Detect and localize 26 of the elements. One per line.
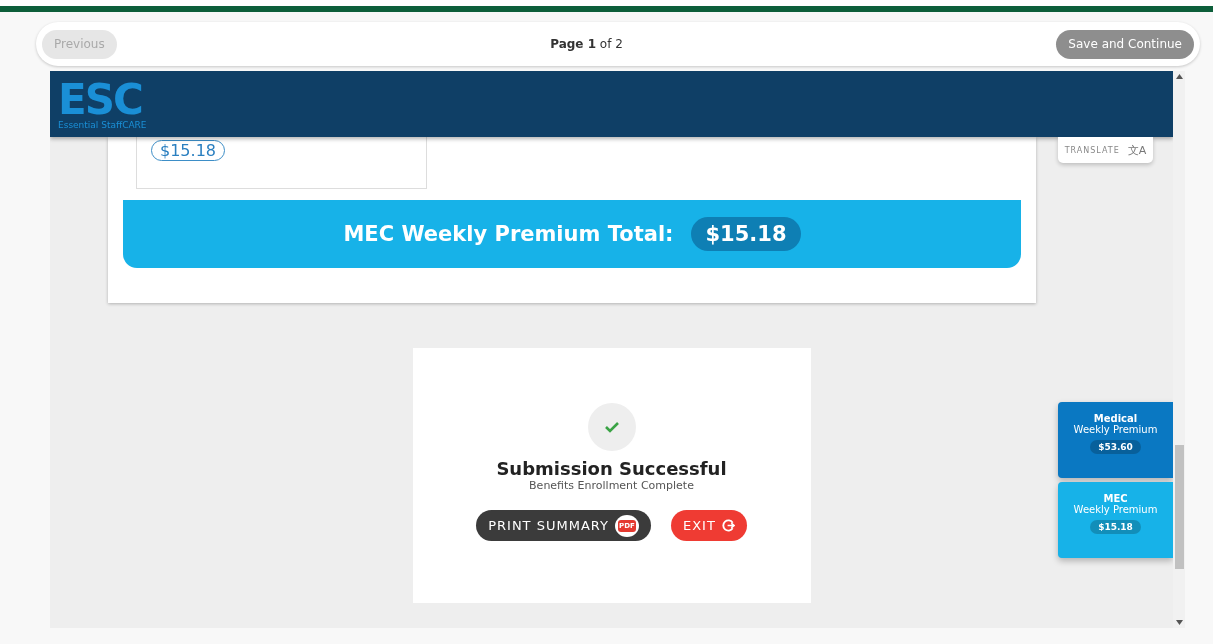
save-and-continue-button[interactable]: Save and Continue: [1056, 29, 1194, 59]
plan-name: Medical: [1093, 414, 1138, 424]
translate-button[interactable]: TRANSLATE 文A: [1058, 137, 1153, 163]
success-subtitle: Benefits Enrollment Complete: [529, 479, 694, 492]
total-amount: $15.18: [691, 217, 801, 251]
check-icon: [587, 403, 636, 451]
plan-premium: $53.60: [1090, 440, 1141, 454]
plan-name: MEC: [1103, 494, 1128, 504]
logo-tagline: Essential StaffCARE: [58, 120, 147, 130]
plan-premium: $15.18: [1090, 520, 1141, 534]
premium-tab[interactable]: Medical Weekly Premium $53.60: [1058, 402, 1173, 478]
plan-label: Weekly Premium: [1073, 424, 1158, 435]
scroll-down-icon[interactable]: [1175, 620, 1183, 625]
logo-text: ESC: [58, 78, 142, 121]
success-title: Submission Successful: [496, 458, 727, 479]
premium-amount: $15.18: [151, 140, 225, 161]
exit-button[interactable]: EXIT: [670, 510, 747, 541]
plan-label: Weekly Premium: [1073, 504, 1158, 515]
scroll-up-icon[interactable]: [1175, 74, 1183, 79]
page-indicator: Page 1 of 2: [550, 37, 623, 51]
translate-icon: 文A: [1127, 142, 1147, 158]
exit-icon: [721, 519, 735, 532]
scroll-thumb[interactable]: [1175, 445, 1184, 569]
scrollbar[interactable]: [1173, 71, 1185, 628]
total-label: MEC Weekly Premium Total:: [343, 222, 674, 246]
premium-tab[interactable]: MEC Weekly Premium $15.18: [1058, 482, 1173, 558]
